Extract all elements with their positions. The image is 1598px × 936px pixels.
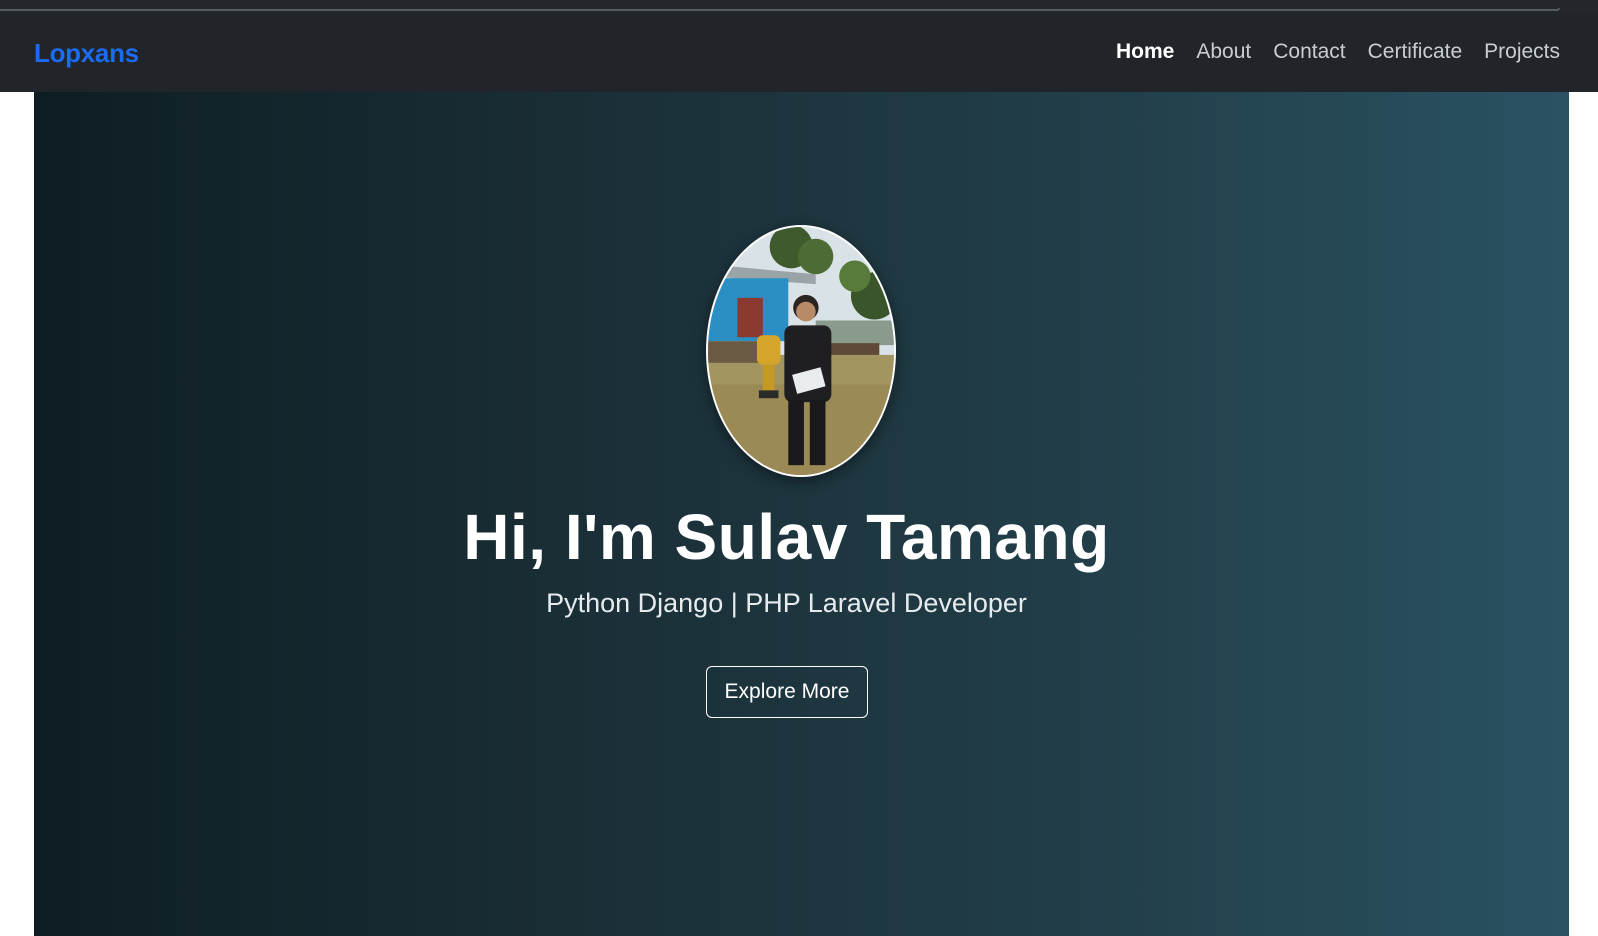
explore-more-button[interactable]: Explore More [706, 666, 868, 718]
brand-logo[interactable]: Lopxans [34, 38, 139, 69]
hero-title: Hi, I'm Sulav Tamang [463, 501, 1110, 573]
nav-item-contact: Contact [1273, 40, 1345, 64]
hero-subtitle: Python Django | PHP Laravel Developer [546, 588, 1027, 618]
browser-frame-edge [0, 8, 1560, 11]
nav-links: Home About Contact Certificate Projects [1116, 40, 1560, 64]
nav-link-projects[interactable]: Projects [1484, 40, 1560, 63]
nav-link-about[interactable]: About [1196, 40, 1251, 63]
nav-item-about: About [1196, 40, 1251, 64]
nav-item-certificate: Certificate [1368, 40, 1463, 64]
navbar: Lopxans Home About Contact Certificate P… [0, 14, 1598, 92]
nav-link-contact[interactable]: Contact [1273, 40, 1345, 63]
profile-photo-illustration [708, 227, 894, 475]
hero-section: Hi, I'm Sulav Tamang Python Django | PHP… [34, 92, 1569, 936]
nav-link-certificate[interactable]: Certificate [1368, 40, 1463, 63]
nav-item-home: Home [1116, 40, 1174, 64]
nav-link-home[interactable]: Home [1116, 40, 1174, 63]
profile-photo [706, 225, 896, 477]
browser-chrome [0, 0, 1598, 14]
nav-item-projects: Projects [1484, 40, 1560, 64]
